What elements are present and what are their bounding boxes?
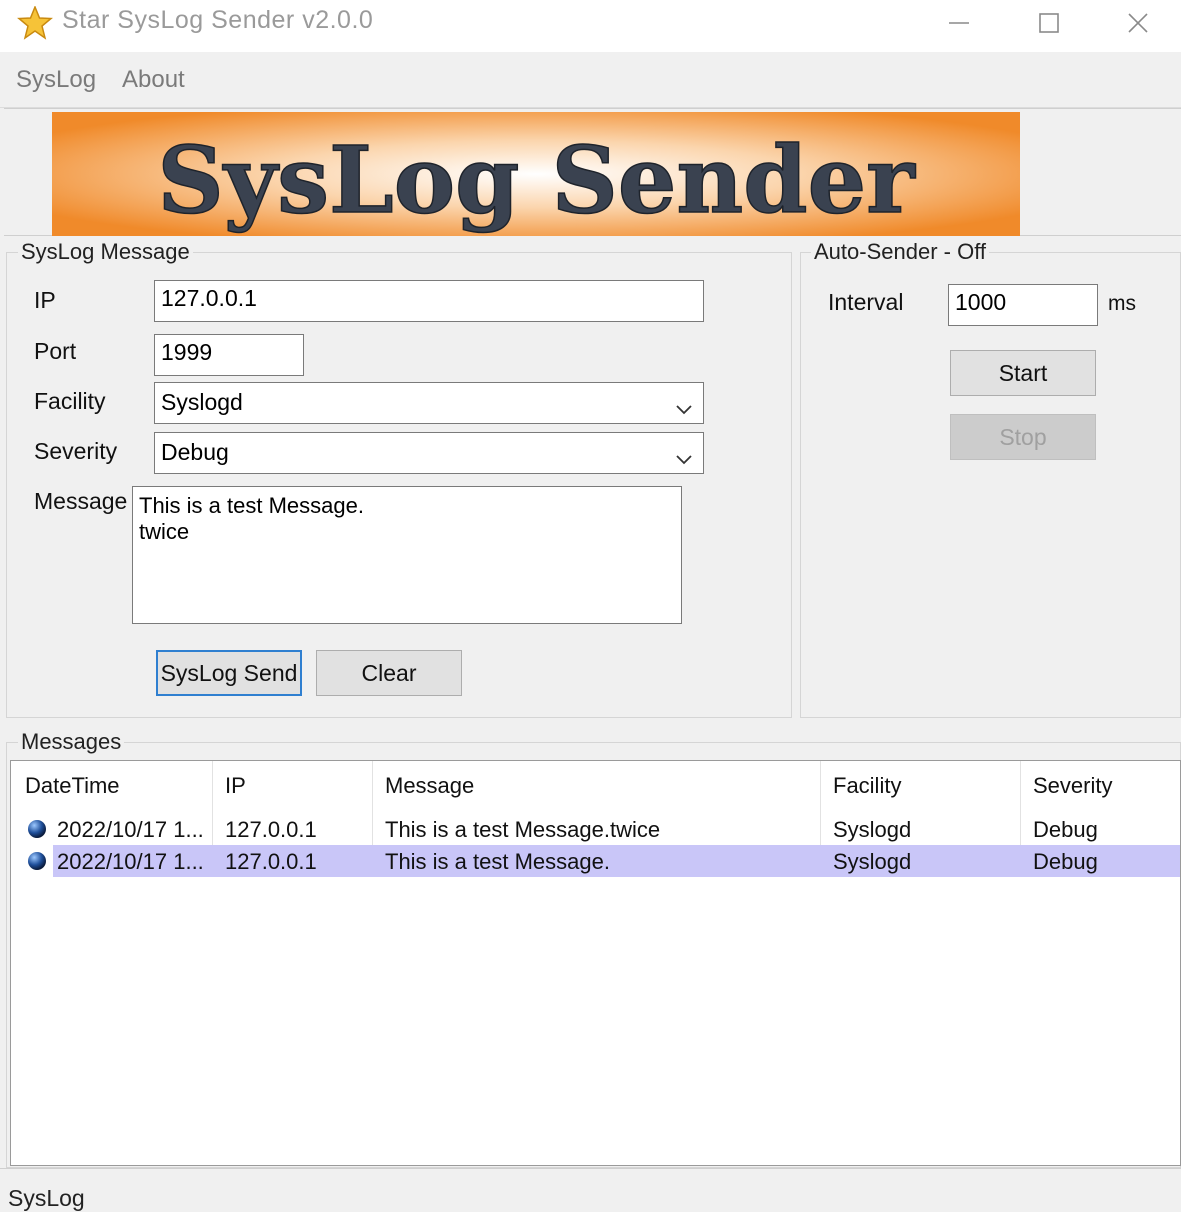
menu-syslog[interactable]: SysLog <box>16 66 96 94</box>
menu-bar: SysLog About <box>0 52 1181 108</box>
messages-title: Messages <box>18 729 125 755</box>
clear-button[interactable]: Clear <box>316 650 462 696</box>
port-input[interactable]: 1999 <box>154 334 304 376</box>
table-row[interactable]: 2022/10/17 1... 127.0.0.1 This is a test… <box>11 813 1180 845</box>
severity-value: Debug <box>161 439 229 465</box>
menu-about[interactable]: About <box>122 66 185 94</box>
cell-severity: Debug <box>1033 849 1098 874</box>
cell-facility: Syslogd <box>833 817 912 842</box>
facility-select[interactable]: Syslogd <box>154 382 704 424</box>
auto-sender-title: Auto-Sender - Off <box>811 239 990 265</box>
maximize-icon[interactable] <box>1004 0 1094 46</box>
close-icon[interactable] <box>1094 0 1181 46</box>
message-textarea[interactable]: This is a test Message. twice <box>132 486 682 624</box>
title-bar: Star SysLog Sender v2.0.0 <box>0 0 1181 52</box>
cell-message: This is a test Message.twice <box>385 817 661 842</box>
syslog-send-button[interactable]: SysLog Send <box>156 650 302 696</box>
facility-value: Syslogd <box>161 389 243 415</box>
cell-ip: 127.0.0.1 <box>225 849 317 874</box>
column-header-ip[interactable]: IP <box>225 773 246 799</box>
ip-input[interactable]: 127.0.0.1 <box>154 280 704 322</box>
star-icon <box>16 5 54 40</box>
severity-label: Severity <box>34 438 118 464</box>
cell-datetime: 2022/10/17 1... <box>57 817 204 842</box>
ip-label: IP <box>34 287 56 313</box>
cell-datetime: 2022/10/17 1... <box>57 849 204 874</box>
cell-facility: Syslogd <box>833 849 912 874</box>
banner-logo: SysLog Sender <box>52 112 1020 236</box>
globe-icon <box>27 819 47 839</box>
interval-unit-label: ms <box>1108 292 1136 315</box>
start-button[interactable]: Start <box>950 350 1096 396</box>
banner-title: SysLog Sender <box>157 126 916 234</box>
cell-severity: Debug <box>1033 817 1098 842</box>
interval-input[interactable]: 1000 <box>948 284 1098 326</box>
syslog-message-title: SysLog Message <box>18 239 193 265</box>
cell-message: This is a test Message. <box>385 849 610 874</box>
cell-ip: 127.0.0.1 <box>225 817 317 842</box>
table-row[interactable]: 2022/10/17 1... 127.0.0.1 This is a test… <box>53 845 1180 877</box>
facility-label: Facility <box>34 388 106 414</box>
column-header-message[interactable]: Message <box>385 773 474 799</box>
port-label: Port <box>34 338 77 364</box>
status-text: SysLog <box>8 1185 85 1211</box>
messages-list[interactable]: DateTime IP Message Facility Severity 20… <box>10 760 1181 1166</box>
column-header-datetime[interactable]: DateTime <box>25 773 120 799</box>
chevron-down-icon[interactable] <box>675 445 693 472</box>
message-label: Message <box>34 488 128 514</box>
column-header-severity[interactable]: Severity <box>1033 773 1112 799</box>
globe-icon <box>27 851 47 871</box>
column-header-facility[interactable]: Facility <box>833 773 901 799</box>
stop-button: Stop <box>950 414 1096 460</box>
interval-label: Interval <box>828 289 904 315</box>
severity-select[interactable]: Debug <box>154 432 704 474</box>
minimize-icon[interactable] <box>914 0 1004 46</box>
window-title: Star SysLog Sender v2.0.0 <box>62 6 374 34</box>
status-bar: SysLog <box>0 1168 1181 1211</box>
chevron-down-icon[interactable] <box>675 395 693 422</box>
